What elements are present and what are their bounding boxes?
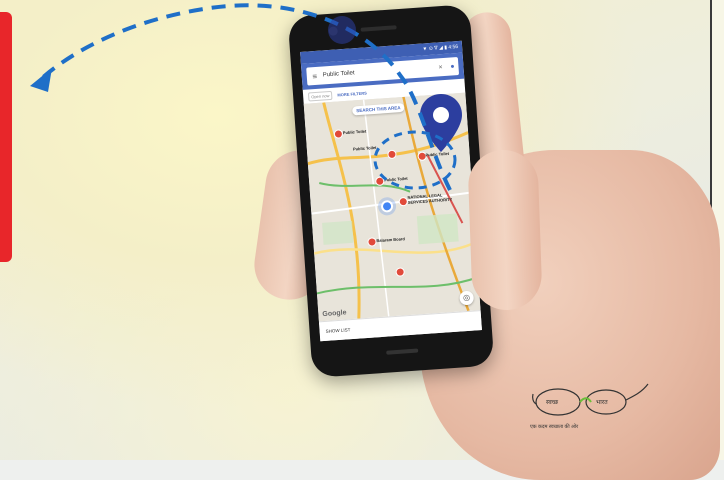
logo-word-left: स्वच्छ (546, 400, 559, 406)
swachh-bharat-logo: स्वच्छ भारत एक कदम स्वच्छता की ओर (530, 378, 650, 438)
logo-word-right: भारत (596, 400, 608, 406)
logo-tagline: एक कदम स्वच्छता की ओर (530, 424, 579, 430)
